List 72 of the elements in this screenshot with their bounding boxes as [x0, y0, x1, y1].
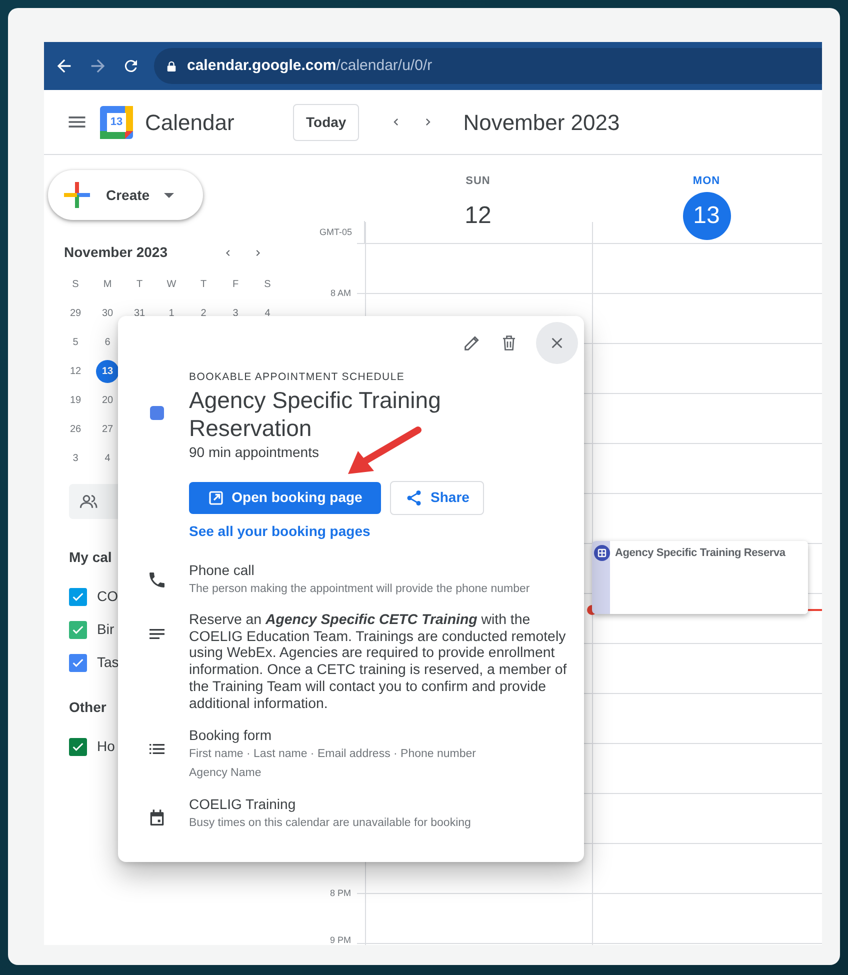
section-title: Other — [69, 698, 106, 717]
date-cell[interactable]: 30 — [96, 302, 119, 325]
calendar-label: Tas — [97, 653, 119, 672]
detail-title: Booking form — [189, 726, 272, 744]
date-cell[interactable]: 13 — [96, 360, 119, 383]
weekday-label: T — [135, 278, 144, 292]
date-cell[interactable]: 29 — [64, 302, 87, 325]
external-link-icon — [208, 490, 224, 506]
date-cell[interactable]: 4 — [96, 447, 119, 470]
reload-icon[interactable] — [122, 57, 140, 75]
weekday-label: S — [263, 278, 272, 292]
date-number[interactable]: 13 — [682, 192, 730, 240]
duration-text: 90 min appointments — [189, 442, 320, 462]
create-button[interactable]: Create — [48, 170, 203, 220]
detail-text: Busy times on this calendar are unavailable for booking — [189, 816, 471, 831]
lock-icon — [166, 60, 177, 72]
weekday-label: T — [199, 278, 208, 292]
phone-icon — [146, 570, 166, 590]
date-cell[interactable]: 5 — [64, 331, 87, 354]
share-button[interactable]: Share — [390, 480, 484, 515]
today-button[interactable]: Today — [293, 104, 360, 140]
checkbox[interactable] — [69, 588, 87, 606]
date-number[interactable]: 12 — [454, 192, 502, 240]
checkbox[interactable] — [69, 654, 87, 672]
month-title: November 2023 — [64, 243, 168, 262]
color-square-icon — [150, 406, 164, 420]
date-cell[interactable]: 6 — [96, 331, 119, 354]
section-title: My cal — [69, 548, 112, 567]
date-cell[interactable]: 19 — [64, 389, 87, 412]
date-cell[interactable]: 12 — [64, 360, 87, 383]
calendar-label: Bir — [97, 620, 114, 639]
trash-icon — [500, 333, 518, 353]
calendar-logo: 13 — [100, 106, 133, 138]
url-text: calendar.google.com/calendar/u/0/r — [187, 56, 432, 76]
weekday-label: F — [231, 278, 240, 292]
event-title: Agency Specific Training Reservation — [189, 386, 442, 442]
caret-icon — [164, 192, 174, 198]
detail-text: Agency Name — [189, 766, 262, 781]
date-cell[interactable]: 20 — [96, 389, 119, 412]
weekday-label: M — [102, 278, 113, 292]
detail-title: COELIG Training — [189, 796, 297, 813]
plus-icon — [62, 180, 92, 210]
calendar-label: CO — [97, 587, 118, 606]
open-booking-page-button[interactable]: Open booking page — [189, 482, 381, 514]
event-chip[interactable]: Agency Specific Training Reserva — [592, 541, 808, 614]
calendar-label: Ho — [97, 737, 115, 756]
booking-pages-link[interactable]: See all your booking pages — [189, 520, 370, 542]
address-bar[interactable]: calendar.google.com/calendar/u/0/r — [154, 48, 822, 84]
detail-text: First name · Last name · Email address · Phone number — [189, 746, 476, 762]
date-cell[interactable]: 3 — [64, 447, 87, 470]
detail-title: Phone call — [189, 562, 256, 579]
time-label: 9 PM — [328, 934, 352, 945]
time-label: 8 AM — [329, 287, 352, 299]
weekday-label: S — [71, 278, 80, 292]
schedule-type-label: BOOKABLE APPOINTMENT SCHEDULE — [189, 370, 406, 385]
weekday-label: W — [166, 278, 178, 292]
weekday-label: SUN — [466, 174, 490, 189]
period-title: November 2023 — [463, 108, 620, 136]
close-button[interactable] — [536, 322, 578, 364]
checkbox[interactable] — [69, 738, 87, 756]
checkbox[interactable] — [69, 620, 87, 638]
app-title: Calendar — [145, 108, 236, 136]
close-icon — [549, 335, 565, 351]
share-icon — [404, 488, 423, 507]
date-cell[interactable]: 26 — [64, 418, 87, 441]
time-label: 8 PM — [328, 887, 352, 899]
grid-icon — [594, 545, 610, 561]
description-text: Reserve an Agency Specific CETC Training with the COELIG Education Team. Trainings are conducted remotely using WebEx. Agencies are required to provide enrollment information. Once a CETC training is reserved, a member of the Training Team will contact you to confirm and provide additional information. — [189, 612, 568, 713]
weekday-label: MON — [692, 174, 720, 189]
delete-button[interactable] — [500, 333, 518, 353]
detail-text: The person making the appointment will provide the phone number — [189, 582, 530, 597]
date-cell[interactable]: 27 — [96, 418, 119, 441]
